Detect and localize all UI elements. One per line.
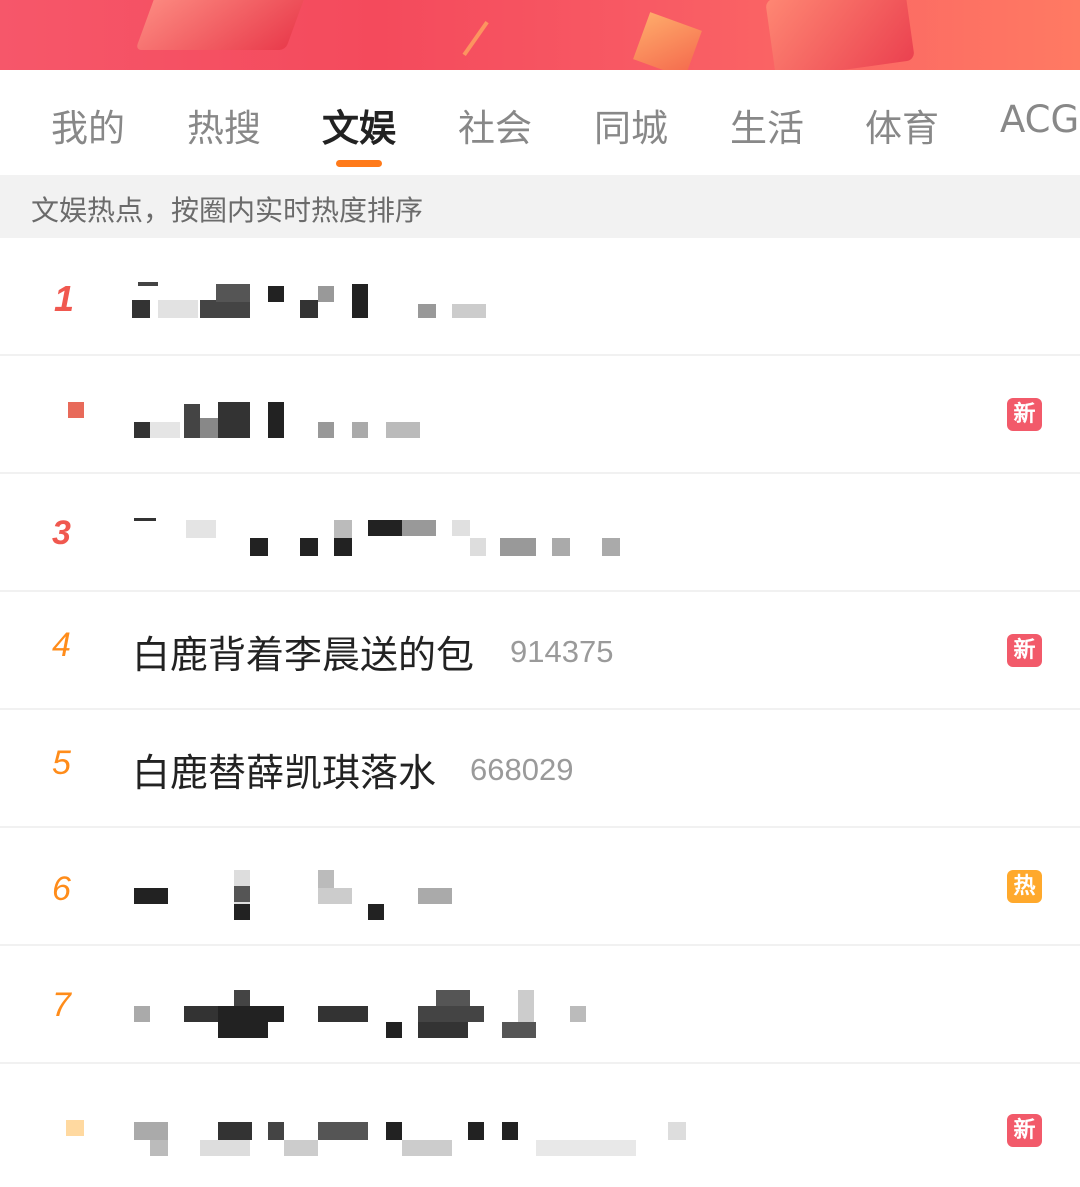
new-badge: 新 bbox=[1007, 398, 1042, 431]
category-tabs: 我的 热搜 文娱 社会 同城 生活 体育 ACG bbox=[0, 70, 1080, 175]
section-subtitle-bar: 文娱热点，按圈内实时热度排序 bbox=[0, 175, 1080, 238]
list-item[interactable]: 8 新 bbox=[0, 1064, 1080, 1182]
banner-decoration bbox=[633, 12, 702, 70]
censored-title bbox=[0, 828, 1080, 946]
new-badge: 新 bbox=[1007, 634, 1042, 667]
top-banner bbox=[0, 0, 1080, 70]
tab-mine[interactable]: 我的 bbox=[51, 98, 125, 152]
tab-sports[interactable]: 体育 bbox=[865, 98, 939, 152]
censored-title bbox=[0, 1064, 1080, 1182]
tab-life[interactable]: 生活 bbox=[730, 98, 804, 152]
active-tab-indicator bbox=[336, 160, 382, 167]
heat-value: 668029 bbox=[470, 752, 574, 787]
tab-entertainment[interactable]: 文娱 bbox=[322, 98, 396, 152]
heat-value: 914375 bbox=[510, 634, 614, 669]
tab-acg[interactable]: ACG bbox=[1000, 98, 1079, 141]
tab-local[interactable]: 同城 bbox=[594, 98, 668, 152]
censored-title bbox=[0, 474, 1080, 592]
tab-hot-search[interactable]: 热搜 bbox=[187, 98, 261, 152]
censored-title bbox=[0, 946, 1080, 1064]
list-item[interactable]: 2 新 bbox=[0, 356, 1080, 474]
rank-number: 5 bbox=[52, 744, 71, 782]
hot-badge: 热 bbox=[1007, 870, 1042, 903]
censored-title bbox=[0, 356, 1080, 474]
banner-decoration bbox=[765, 0, 915, 70]
item-title[interactable]: 白鹿替薛凯琪落水 bbox=[132, 742, 436, 797]
list-item[interactable]: 7 bbox=[0, 946, 1080, 1064]
list-item[interactable]: 4 白鹿背着李晨送的包 914375 新 bbox=[0, 592, 1080, 710]
list-item[interactable]: 3 bbox=[0, 474, 1080, 592]
rank-number: 4 bbox=[52, 626, 71, 664]
list-item[interactable]: 6 热 bbox=[0, 828, 1080, 946]
item-title[interactable]: 白鹿背着李晨送的包 bbox=[132, 624, 474, 679]
tab-society[interactable]: 社会 bbox=[458, 98, 532, 152]
banner-decoration bbox=[135, 0, 315, 50]
new-badge: 新 bbox=[1007, 1114, 1042, 1147]
list-item[interactable]: 5 白鹿替薛凯琪落水 668029 bbox=[0, 710, 1080, 828]
section-subtitle: 文娱热点，按圈内实时热度排序 bbox=[31, 194, 424, 227]
banner-decoration bbox=[462, 20, 522, 70]
censored-title bbox=[0, 238, 1080, 356]
list-item[interactable]: 1 bbox=[0, 238, 1080, 356]
